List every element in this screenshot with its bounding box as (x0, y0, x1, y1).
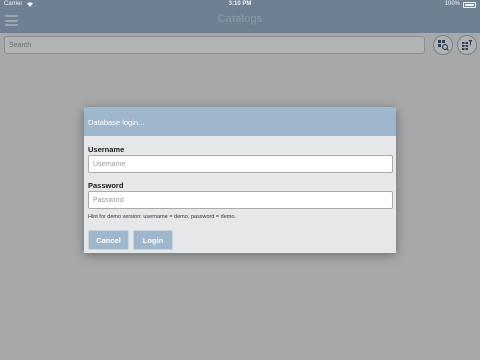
login-dialog: Database login... Username Password Hint… (84, 107, 396, 253)
login-button[interactable]: Login (133, 230, 173, 250)
search-catalog-button[interactable] (433, 35, 453, 55)
navigation-bar: Carrier 3:10 PM 100% Catalogs (0, 0, 480, 33)
grid-filter-icon (462, 40, 473, 50)
page-title: Catalogs (217, 13, 263, 25)
battery-icon (463, 2, 476, 8)
username-field[interactable] (88, 155, 393, 173)
search-input[interactable] (4, 36, 425, 54)
password-label: Password (88, 181, 124, 190)
grid-filter-button[interactable] (457, 35, 477, 55)
cancel-button[interactable]: Cancel (88, 230, 129, 250)
battery-percent: 100% (444, 1, 460, 7)
demo-hint: Hint for demo version: username = demo, … (88, 214, 236, 220)
dialog-header: Database login... (84, 107, 396, 136)
status-bar: Carrier 3:10 PM 100% (0, 0, 480, 10)
dialog-title: Database login... (88, 118, 145, 127)
search-catalog-icon (438, 40, 449, 51)
password-field[interactable] (88, 191, 393, 209)
status-time: 3:10 PM (228, 1, 252, 7)
username-label: Username (88, 145, 125, 154)
